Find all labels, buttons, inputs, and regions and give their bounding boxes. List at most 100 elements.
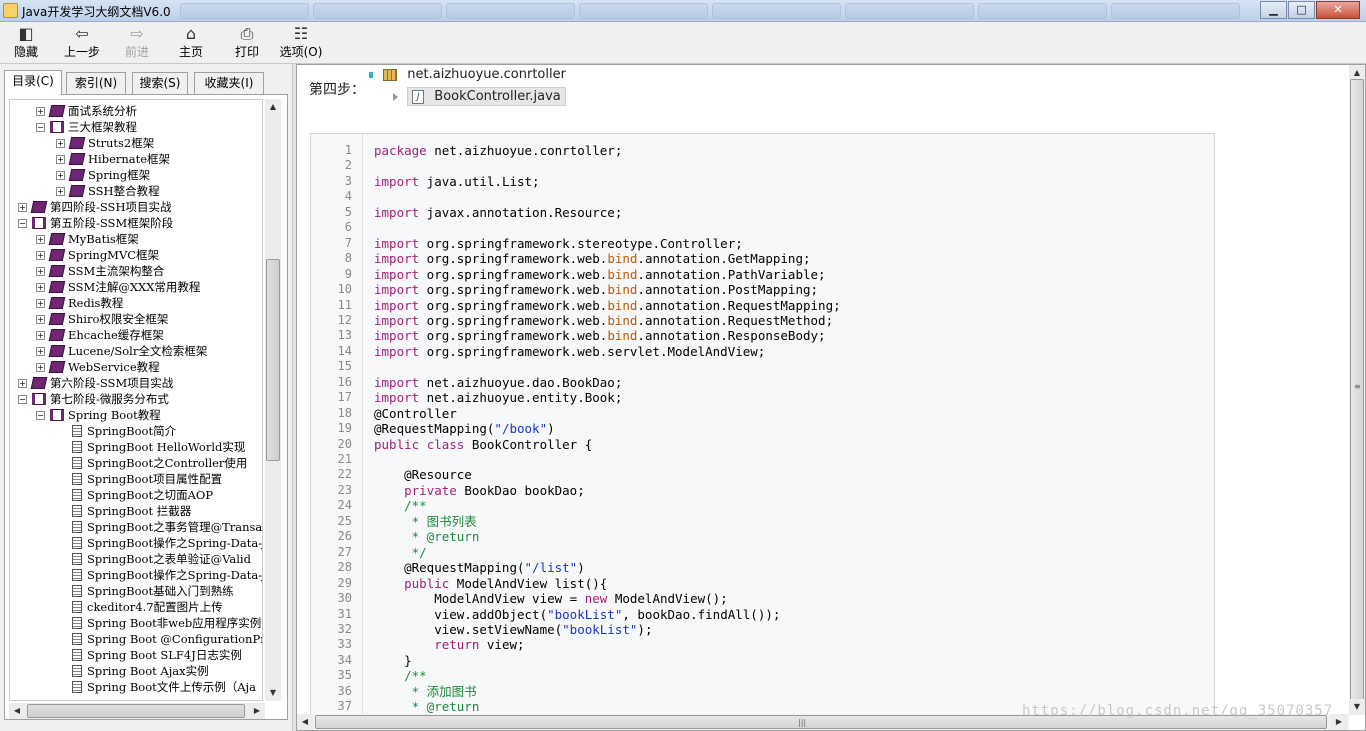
expand-icon[interactable]: + <box>56 186 65 196</box>
tree-item[interactable]: Spring Boot Ajax实例 <box>72 662 209 678</box>
expand-icon[interactable]: + <box>56 170 65 180</box>
collapse-icon[interactable]: − <box>18 218 27 228</box>
tree-item[interactable]: Spring Boot SLF4J日志实例 <box>72 646 242 662</box>
tree-item[interactable]: + SSH整合教程 <box>56 182 160 198</box>
tree-item[interactable]: SpringBoot之事务管理@Transact <box>72 518 262 534</box>
code-token: "/list" <box>524 560 578 576</box>
tree-item[interactable]: + Ehcache缓存框架 <box>36 326 164 342</box>
tree-item[interactable]: SpringBoot操作之Spring-Data-J <box>72 566 263 582</box>
tree-item[interactable]: + SSM主流架构整合 <box>36 262 164 278</box>
line-number: 1 <box>344 143 352 157</box>
tree-item[interactable]: SpringBoot简介 <box>72 422 176 438</box>
forward-button[interactable]: ⇨ 前进 <box>118 24 156 62</box>
expand-icon[interactable]: + <box>36 330 45 340</box>
tree-item[interactable]: SpringBoot项目属性配置 <box>72 470 222 486</box>
tree-item[interactable]: + Struts2框架 <box>56 134 154 150</box>
tree-item[interactable]: + SpringMVC框架 <box>36 246 159 262</box>
tree-item[interactable]: SpringBoot之表单验证@Valid <box>72 550 251 566</box>
tree-item[interactable]: − 第七阶段-微服务分布式 <box>18 390 169 406</box>
scroll-down-icon[interactable]: ▼ <box>1349 699 1365 715</box>
scroll-down-icon[interactable]: ▼ <box>265 685 281 701</box>
tree-item[interactable]: − 第五阶段-SSM框架阶段 <box>18 214 173 230</box>
options-button[interactable]: ☷ 选项(O) <box>276 24 326 62</box>
content-vertical-scrollbar[interactable]: ▲ ≡ ▼ <box>1349 65 1365 715</box>
tree-item-label: SpringBoot操作之Spring-Data-J <box>87 568 263 582</box>
expand-icon[interactable]: + <box>36 234 45 244</box>
tree-item[interactable]: + Redis教程 <box>36 294 123 310</box>
tree-horizontal-scrollbar[interactable]: ◀ ▶ <box>9 703 265 719</box>
collapse-icon[interactable]: − <box>36 410 45 420</box>
title-bar[interactable]: Java开发学习大纲文档V6.0 ▁ □ ✕ <box>0 0 1366 22</box>
tree-item[interactable]: SpringBoot之切面AOP <box>72 486 213 502</box>
expand-icon[interactable]: + <box>36 346 45 356</box>
tree-item[interactable]: + MyBatis框架 <box>36 230 139 246</box>
tree-item[interactable]: SpringBoot操作之Spring-Data-J <box>72 534 262 550</box>
expand-icon[interactable]: + <box>56 154 65 164</box>
tree-item[interactable]: + 面试系统分析 <box>36 102 137 118</box>
expand-icon[interactable]: + <box>56 138 65 148</box>
expand-icon[interactable]: + <box>18 202 27 212</box>
tab-favorites[interactable]: 收藏夹(I) <box>194 72 264 94</box>
scroll-left-icon[interactable]: ◀ <box>297 714 313 730</box>
tree-vertical-scrollbar[interactable]: ▲ ▼ <box>265 99 281 701</box>
code-line: @Resource <box>374 467 1204 483</box>
tree-item[interactable]: SpringBoot之Controller使用 <box>72 454 247 470</box>
hide-button[interactable]: ◧ 隐藏 <box>8 24 44 62</box>
watermark: https://blog.csdn.net/qq_35070357 <box>1022 703 1334 719</box>
help-viewer-window: Java开发学习大纲文档V6.0 ▁ □ ✕ ◧ 隐藏 ⇦ 上一步 ⇨ 前进 ⌂… <box>0 0 1366 731</box>
back-button[interactable]: ⇦ 上一步 <box>60 24 104 62</box>
minimize-button[interactable]: ▁ <box>1260 1 1287 19</box>
scroll-right-icon[interactable]: ▶ <box>1331 714 1347 730</box>
tree-item[interactable]: + Lucene/Solr全文检索框架 <box>36 342 207 358</box>
collapse-icon[interactable]: − <box>36 122 45 132</box>
expand-icon[interactable]: + <box>36 314 45 324</box>
expand-icon[interactable]: + <box>18 378 27 388</box>
code-token: class <box>426 436 465 452</box>
tree-item[interactable]: SpringBoot HelloWorld实现 <box>72 438 245 454</box>
maximize-button[interactable]: □ <box>1288 1 1315 19</box>
close-button[interactable]: ✕ <box>1316 1 1360 19</box>
tree-hscroll-thumb[interactable] <box>27 704 245 718</box>
expand-icon[interactable]: + <box>36 266 45 276</box>
expand-icon[interactable]: + <box>36 298 45 308</box>
scroll-up-icon[interactable]: ▲ <box>265 99 281 115</box>
expand-icon[interactable]: + <box>36 282 45 292</box>
tree-scroll-thumb[interactable] <box>266 259 280 461</box>
code-line: import org.springframework.web.servlet.M… <box>374 344 1204 360</box>
tree-item[interactable]: + 第六阶段-SSM项目实战 <box>18 374 173 390</box>
print-button[interactable]: ⎙ 打印 <box>228 24 266 62</box>
tree-item[interactable]: Spring Boot文件上传示例（Aja <box>72 678 256 694</box>
tree-item[interactable]: + Shiro权限安全框架 <box>36 310 168 326</box>
tree-item[interactable]: ckeditor4.7配置图片上传 <box>72 598 223 614</box>
expand-arrow-icon <box>393 92 398 101</box>
tree-item[interactable]: + WebService教程 <box>36 358 160 374</box>
tab-search[interactable]: 搜索(S) <box>132 72 188 94</box>
tree-item[interactable]: Spring Boot非web应用程序实例 <box>72 614 261 630</box>
tree-item[interactable]: + 第四阶段-SSH项目实战 <box>18 198 171 214</box>
tree-item[interactable]: + Spring框架 <box>56 166 150 182</box>
home-button[interactable]: ⌂ 主页 <box>172 24 210 62</box>
scroll-left-icon[interactable]: ◀ <box>9 703 25 719</box>
line-number: 9 <box>344 266 352 281</box>
tab-index[interactable]: 索引(N) <box>66 72 126 94</box>
tree-item[interactable]: − Spring Boot教程 <box>36 406 161 422</box>
scroll-right-icon[interactable]: ▶ <box>249 703 265 719</box>
code-token: public <box>404 575 450 591</box>
tree-item[interactable]: SpringBoot 拦截器 <box>72 502 191 518</box>
expand-icon[interactable]: + <box>36 362 45 372</box>
collapse-icon[interactable]: − <box>18 394 27 404</box>
options-label: 选项(O) <box>279 45 323 59</box>
code-token: BookDao bookDao; <box>456 482 585 498</box>
tree-item[interactable]: + Hibernate框架 <box>56 150 170 166</box>
tree-item[interactable]: − 三大框架教程 <box>36 118 137 134</box>
tree-item[interactable]: SpringBoot基础入门到熟练 <box>72 582 234 598</box>
expand-icon[interactable]: + <box>36 106 45 116</box>
tab-contents[interactable]: 目录(C) <box>4 70 62 95</box>
code-token: ) <box>547 421 555 437</box>
tree-item[interactable]: Spring Boot @ConfigurationPro <box>72 630 262 646</box>
expand-icon[interactable]: + <box>36 250 45 260</box>
code-token: , bookDao.findAll()); <box>622 606 781 622</box>
content-scroll-thumb[interactable]: ≡ <box>1350 79 1364 701</box>
tree-item[interactable]: + SSM注解@XXX常用教程 <box>36 278 200 294</box>
